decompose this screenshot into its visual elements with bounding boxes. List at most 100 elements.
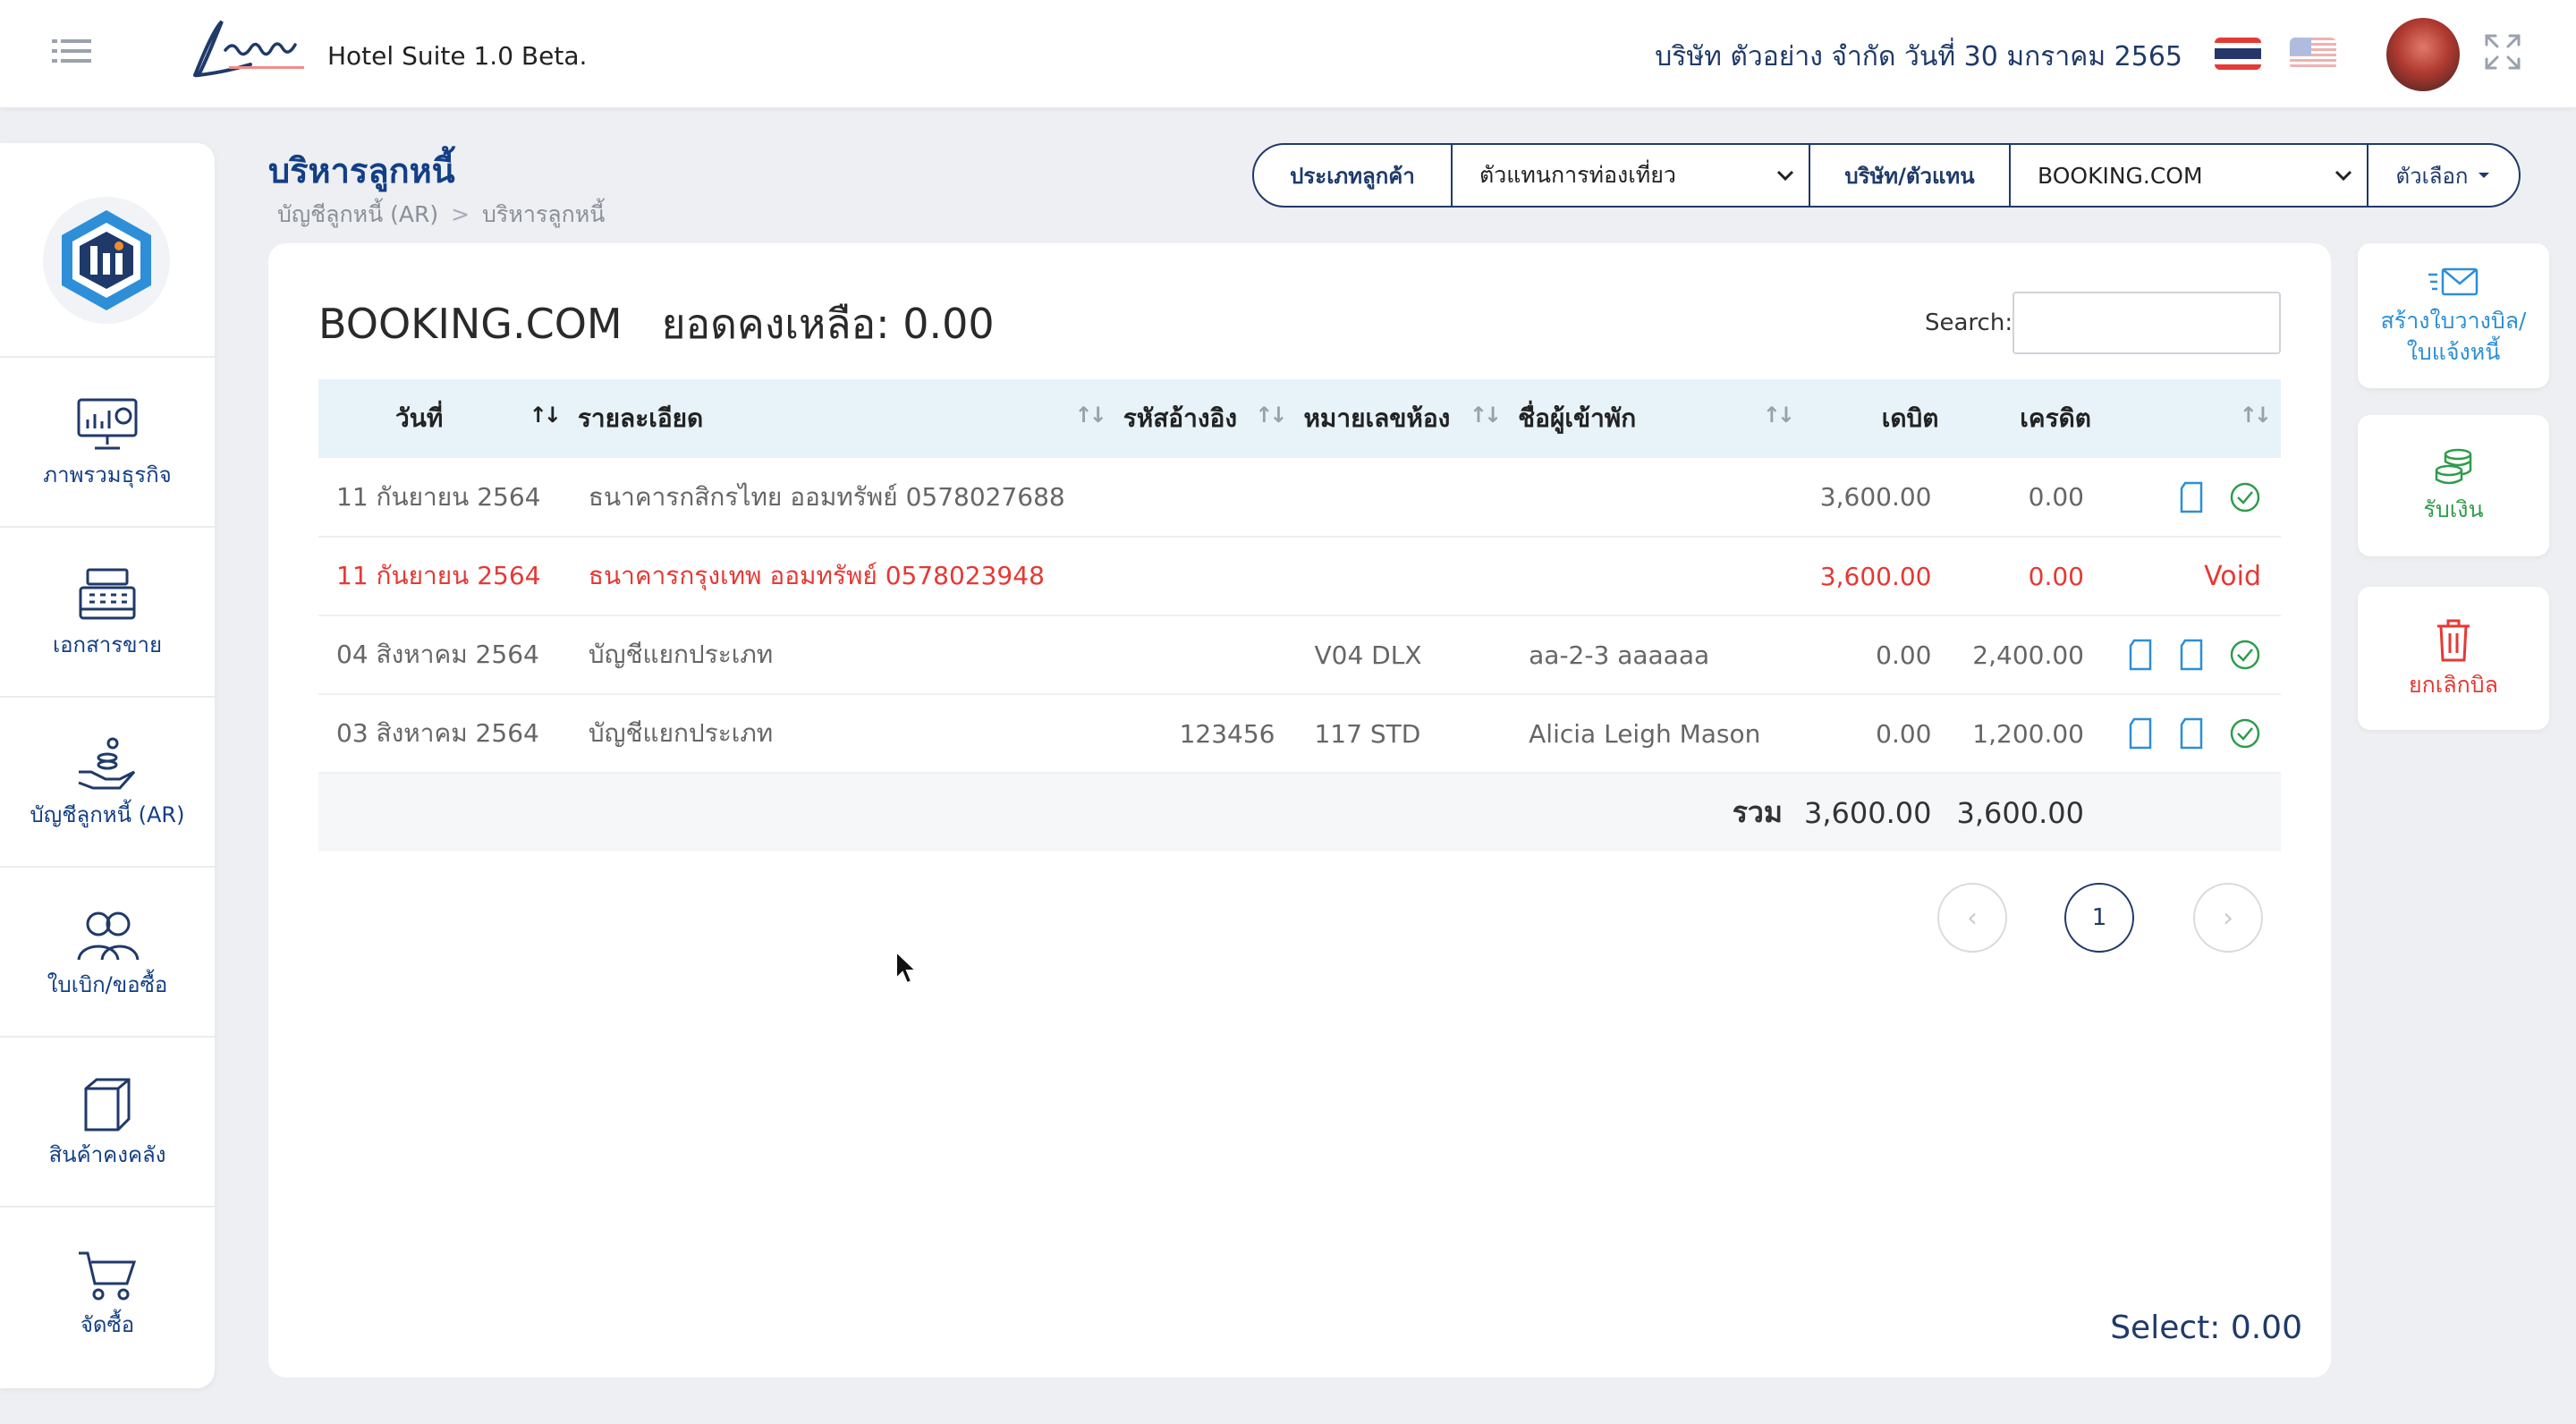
breadcrumb: บัญชีลูกหนี้ (AR) > บริหารลูกหนี้ xyxy=(277,197,605,233)
row-actions: Void xyxy=(2108,537,2281,616)
row-reference xyxy=(1115,615,1297,695)
col-guest[interactable]: ชื่อผู้เข้าพัก ↑↓ xyxy=(1511,379,1804,458)
sidebar-item-label: ภาพรวมธุรกิจ xyxy=(43,462,172,487)
row-reference: 123456 xyxy=(1115,694,1297,774)
agent-value: BOOKING.COM xyxy=(2038,162,2203,189)
table-row[interactable]: 04 สิงหาคม 2564 บัญชีแยกประเภท V04 DLX a… xyxy=(318,615,2281,695)
table-row[interactable]: 11 กันยายน 2564 ธนาคารกรุงเทพ ออมทรัพย์ … xyxy=(318,537,2281,616)
total-credit: 3,600.00 xyxy=(1956,773,2109,852)
col-date[interactable]: วันที่ ↑↓ xyxy=(318,379,571,458)
col-room[interactable]: หมายเลขห้อง ↑↓ xyxy=(1296,379,1512,458)
trash-icon xyxy=(2437,619,2470,661)
row-detail: ธนาคารกสิกรไทย ออมทรัพย์ 0578027688 xyxy=(570,458,1116,538)
row-detail: บัญชีแยกประเภท xyxy=(570,615,1116,695)
row-actions xyxy=(2108,615,2281,695)
chevron-right-icon: > xyxy=(451,201,470,227)
check-circle-icon[interactable] xyxy=(2229,639,2261,671)
sidebar-item-sales-docs[interactable]: เอกสารขาย xyxy=(0,526,215,696)
select-total: Select: 0.00 xyxy=(2110,1310,2302,1346)
sidebar-item-inventory[interactable]: สินค้าคงคลัง xyxy=(0,1036,215,1206)
document-icon[interactable] xyxy=(2127,717,2154,750)
next-page-button[interactable]: › xyxy=(2193,883,2263,953)
users-icon xyxy=(77,911,140,961)
sidebar-item-label: บัญชีลูกหนี้ (AR) xyxy=(30,801,185,827)
table-row[interactable]: 03 สิงหาคม 2564 บัญชีแยกประเภท 123456 11… xyxy=(318,694,2281,774)
account-heading: BOOKING.COM ยอดคงเหลือ: 0.00 xyxy=(318,292,995,357)
cancel-bill-label: ยกเลิกบิล xyxy=(2409,671,2498,698)
prev-page-button[interactable]: ‹ xyxy=(1937,883,2007,953)
customer-type-label: ประเภทลูกค้า xyxy=(1254,145,1453,206)
table-row[interactable]: 11 กันยายน 2564 ธนาคารกสิกรไทย ออมทรัพย์… xyxy=(318,458,2281,538)
check-circle-icon[interactable] xyxy=(2229,481,2261,513)
sidebar-item-label: จัดซื้อ xyxy=(80,1311,135,1337)
document-icon[interactable] xyxy=(2178,639,2205,671)
check-circle-icon[interactable] xyxy=(2229,717,2261,750)
user-avatar[interactable] xyxy=(2386,18,2460,91)
row-room xyxy=(1296,537,1512,616)
filter-bar: ประเภทลูกค้า ตัวแทนการท่องเที่ยว บริษัท/… xyxy=(1252,143,2521,208)
sidebar-item-label: เอกสารขาย xyxy=(52,631,163,657)
chevron-down-icon xyxy=(1776,170,1794,182)
sidebar-item-requisition[interactable]: ใบเบิก/ขอซื้อ xyxy=(0,866,215,1036)
col-debit: เดบิต xyxy=(1803,379,1957,458)
breadcrumb-item: บริหารลูกหนี้ xyxy=(482,201,606,227)
options-label: ตัวเลือก xyxy=(2395,163,2469,189)
cart-icon xyxy=(79,1251,137,1301)
cancel-bill-button[interactable]: ยกเลิกบิล xyxy=(2358,587,2549,730)
row-room xyxy=(1296,458,1512,538)
thai-flag-icon[interactable] xyxy=(2215,38,2261,70)
row-debit: 0.00 xyxy=(1803,694,1957,774)
top-bar: Hotel Suite 1.0 Beta. บริษัท ตัวอย่าง จำ… xyxy=(0,0,2576,107)
ledger-table: วันที่ ↑↓ รายละเอียด ↑↓ รหัสอ้างอิง ↑↓ หมาย… xyxy=(318,379,2281,852)
row-credit: 1,200.00 xyxy=(1956,694,2109,774)
fullscreen-icon[interactable] xyxy=(2483,32,2522,72)
col-detail[interactable]: รายละเอียด ↑↓ xyxy=(570,379,1116,458)
row-guest: aa-2-3 aaaaaa xyxy=(1511,615,1804,695)
dashboard-monitor-icon xyxy=(77,398,138,450)
caret-down-icon xyxy=(2479,173,2490,178)
sidebar-item-dashboard[interactable]: ภาพรวมธุรกิจ xyxy=(0,356,215,526)
document-icon[interactable] xyxy=(2178,717,2205,750)
mouse-cursor-icon xyxy=(895,950,918,985)
search-input[interactable] xyxy=(2012,292,2281,354)
row-room: V04 DLX xyxy=(1296,615,1512,695)
page-1-button[interactable]: 1 xyxy=(2064,883,2134,953)
sort-icon[interactable]: ↑↓ xyxy=(1470,403,1502,428)
total-debit: 3,600.00 xyxy=(1803,773,1957,852)
document-icon[interactable] xyxy=(2178,481,2205,513)
document-icon[interactable] xyxy=(2127,639,2154,671)
sidebar-item-ar[interactable]: บัญชีลูกหนี้ (AR) xyxy=(0,696,215,866)
sort-icon[interactable]: ↑↓ xyxy=(1074,403,1106,428)
us-flag-icon[interactable] xyxy=(2290,38,2336,70)
row-date: 11 กันยายน 2564 xyxy=(318,458,571,538)
row-guest xyxy=(1511,458,1804,538)
row-actions xyxy=(2108,694,2281,774)
row-guest xyxy=(1511,537,1804,616)
breadcrumb-item[interactable]: บัญชีลูกหนี้ (AR) xyxy=(277,201,438,227)
brand-hexagon-icon xyxy=(62,210,151,310)
receive-payment-button[interactable]: รับเงิน xyxy=(2358,415,2549,556)
sort-icon[interactable]: ↑↓ xyxy=(1763,403,1795,428)
invoice-mail-icon xyxy=(2428,267,2479,296)
sidebar-item-purchasing[interactable]: จัดซื้อ xyxy=(0,1206,215,1376)
search-label: Search: xyxy=(1925,309,2013,336)
page-title: บริหารลูกหนี้ xyxy=(268,151,455,191)
create-invoice-button[interactable]: สร้างใบวางบิล/ใบแจ้งหนี้ xyxy=(2358,243,2549,388)
options-dropdown[interactable]: ตัวเลือก xyxy=(2368,145,2519,206)
hand-coins-icon xyxy=(78,737,136,790)
receive-payment-label: รับเงิน xyxy=(2423,496,2484,522)
row-detail: ธนาคารกรุงเทพ ออมทรัพย์ 0578023948 xyxy=(570,537,1116,616)
sort-icon[interactable]: ↑↓ xyxy=(1255,403,1287,428)
void-status: Void xyxy=(2204,560,2261,592)
sort-icon[interactable]: ↑↓ xyxy=(530,403,562,428)
col-actions[interactable]: ↑↓ xyxy=(2108,379,2281,458)
agent-select[interactable]: BOOKING.COM xyxy=(2011,145,2368,206)
row-guest: Alicia Leigh Mason xyxy=(1511,694,1804,774)
customer-type-select[interactable]: ตัวแทนการท่องเที่ยว xyxy=(1453,145,1810,206)
col-reference[interactable]: รหัสอ้างอิง ↑↓ xyxy=(1115,379,1297,458)
row-date: 04 สิงหาคม 2564 xyxy=(318,615,571,695)
row-credit: 2,400.00 xyxy=(1956,615,2109,695)
menu-icon[interactable] xyxy=(52,38,91,64)
row-room: 117 STD xyxy=(1296,694,1512,774)
sort-icon[interactable]: ↑↓ xyxy=(2240,403,2272,428)
